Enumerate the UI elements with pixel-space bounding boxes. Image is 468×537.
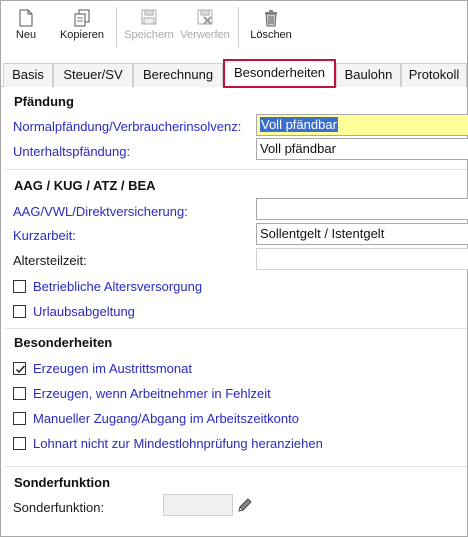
altersteilzeit-field[interactable] bbox=[256, 248, 468, 270]
tab-protokoll[interactable]: Protokoll bbox=[401, 63, 467, 87]
tab-basis[interactable]: Basis bbox=[3, 63, 53, 87]
save-button[interactable]: Speichern bbox=[123, 9, 175, 51]
checkbox-box[interactable] bbox=[13, 437, 26, 450]
unterhalt-pfaendung-field[interactable]: Voll pfändbar bbox=[256, 138, 468, 160]
checkbox-box[interactable] bbox=[13, 412, 26, 425]
kurzarbeit-label: Kurzarbeit: bbox=[13, 228, 76, 243]
tab-baulohn[interactable]: Baulohn bbox=[336, 63, 401, 87]
tab-besonderheiten[interactable]: Besonderheiten bbox=[223, 59, 336, 88]
discard-icon bbox=[179, 9, 231, 29]
pencil-icon bbox=[238, 498, 252, 512]
tab-berechnung[interactable]: Berechnung bbox=[133, 63, 223, 87]
copy-button[interactable]: Kopieren bbox=[57, 9, 107, 51]
section-title-aag: AAG / KUG / ATZ / BEA bbox=[14, 178, 156, 193]
tab-steuer-sv[interactable]: Steuer/SV bbox=[53, 63, 133, 87]
altersteilzeit-label: Altersteilzeit: bbox=[13, 253, 87, 268]
new-button[interactable]: Neu bbox=[9, 9, 43, 51]
vwl-label: AAG/VWL/Direktversicherung: bbox=[13, 204, 188, 219]
checkbox-label: Lohnart nicht zur Mindestlohnprüfung her… bbox=[33, 436, 323, 451]
section-divider bbox=[5, 328, 467, 329]
toolbar: Neu Kopieren Speichern Verwerfen Löschen bbox=[1, 1, 467, 57]
checkbox-box[interactable] bbox=[13, 387, 26, 400]
trash-icon bbox=[247, 9, 295, 29]
checkbox-box[interactable] bbox=[13, 305, 26, 318]
checkbox-label: Erzeugen im Austrittsmonat bbox=[33, 361, 192, 376]
section-title-pfaendung: Pfändung bbox=[14, 94, 74, 109]
save-button-label: Speichern bbox=[124, 29, 174, 41]
sonderfunktion-label: Sonderfunktion: bbox=[13, 500, 105, 515]
sonderfunktion-field[interactable] bbox=[163, 494, 233, 516]
checkbox-label: Manueller Zugang/Abgang im Arbeitszeitko… bbox=[33, 411, 299, 426]
new-document-icon bbox=[9, 9, 43, 29]
checkmark-icon bbox=[15, 365, 26, 374]
sonderfunktion-edit-button[interactable] bbox=[235, 494, 255, 516]
section-title-besonderheiten: Besonderheiten bbox=[14, 335, 113, 350]
vwl-field[interactable] bbox=[256, 198, 468, 220]
tab-bar: Basis Steuer/SV Berechnung Besonderheite… bbox=[1, 57, 467, 88]
section-divider bbox=[5, 466, 467, 467]
checkbox-label: Erzeugen, wenn Arbeitnehmer in Fehlzeit bbox=[33, 386, 271, 401]
delete-button-label: Löschen bbox=[250, 29, 292, 41]
tab-content: Pfändung Normalpfändung/Verbraucherinsol… bbox=[1, 88, 468, 537]
normal-pfaendung-field[interactable]: Voll pfändbar bbox=[256, 114, 468, 136]
normal-pfaendung-value: Voll pfändbar bbox=[260, 117, 338, 132]
checkbox-label: Urlaubsabgeltung bbox=[33, 304, 135, 319]
toolbar-divider bbox=[238, 7, 239, 47]
window: Neu Kopieren Speichern Verwerfen Löschen… bbox=[0, 0, 468, 537]
normal-pfaendung-label: Normalpfändung/Verbraucherinsolvenz: bbox=[13, 119, 242, 134]
save-icon bbox=[123, 9, 175, 29]
copy-button-label: Kopieren bbox=[59, 29, 105, 41]
section-divider bbox=[5, 169, 467, 170]
copy-icon bbox=[57, 9, 107, 29]
discard-button[interactable]: Verwerfen bbox=[179, 9, 231, 51]
checkbox-box[interactable] bbox=[13, 362, 26, 375]
toolbar-divider bbox=[116, 7, 117, 47]
checkbox-box[interactable] bbox=[13, 280, 26, 293]
section-title-sonderfunktion: Sonderfunktion bbox=[14, 475, 111, 490]
kurzarbeit-field[interactable]: Sollentgelt / Istentgelt bbox=[256, 223, 468, 245]
unterhalt-pfaendung-label: Unterhaltspfändung: bbox=[13, 144, 131, 159]
new-button-label: Neu bbox=[15, 29, 37, 41]
checkbox-label: Betriebliche Altersversorgung bbox=[33, 279, 203, 294]
delete-button[interactable]: Löschen bbox=[247, 9, 295, 51]
discard-button-label: Verwerfen bbox=[180, 29, 230, 41]
